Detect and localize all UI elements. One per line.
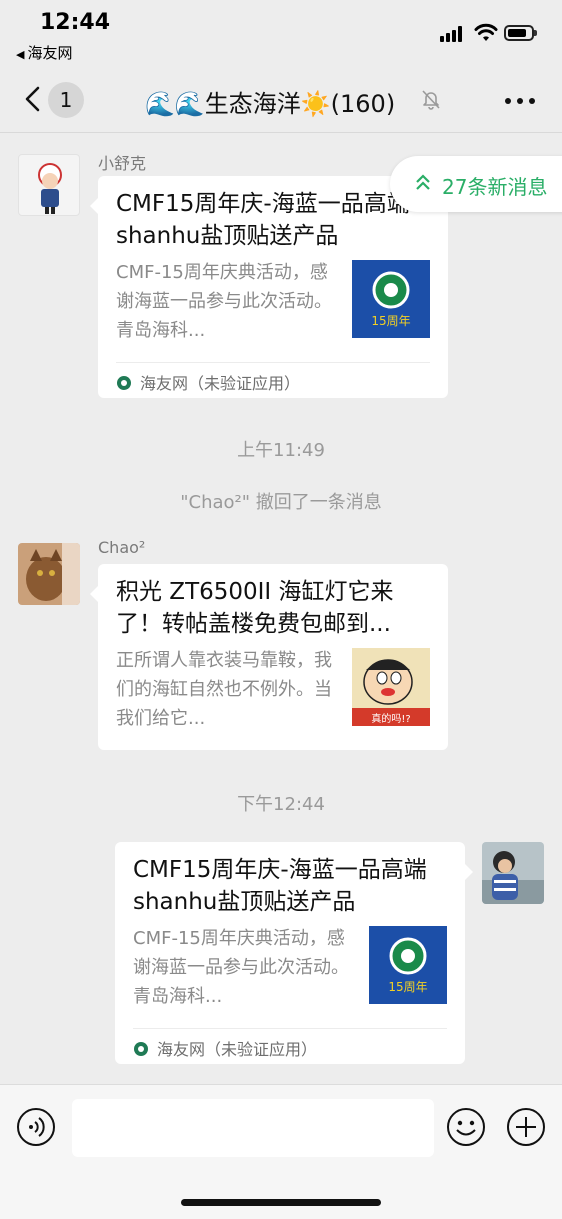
link-card[interactable]: CMF15周年庆-海蓝一品高端shanhu盐顶贴送产品 CMF-15周年庆典活动… xyxy=(90,176,448,398)
back-triangle-icon: ◀ xyxy=(16,48,25,61)
card-title: CMF15周年庆-海蓝一品高端shanhu盐顶贴送产品 xyxy=(133,857,427,915)
wifi-icon xyxy=(474,23,498,41)
thumb-badge: 15周年 xyxy=(371,314,410,328)
new-messages-label: 27条新消息 xyxy=(442,175,548,199)
avatar-child-photo-icon xyxy=(482,842,544,904)
avatar-cartoon-icon xyxy=(38,163,62,214)
link-card[interactable]: 积光 ZT6500II 海缸灯它来了！转帖盖楼免费包邮到... 正所谓人靠衣装马… xyxy=(90,564,448,750)
back-app-label: 海友网 xyxy=(27,44,73,62)
plus-icon[interactable] xyxy=(506,1107,546,1147)
new-messages-button[interactable]: 27条新消息 xyxy=(390,156,562,212)
card-source-label: 海友网（未验证应用） xyxy=(140,374,301,393)
card-title: 积光 ZT6500II 海缸灯它来了！转帖盖楼免费包邮到... xyxy=(116,579,394,637)
haiyou-logo-icon xyxy=(116,375,132,391)
more-options-icon[interactable] xyxy=(505,98,535,104)
haiyou-logo-icon xyxy=(133,1041,149,1057)
avatar-chao[interactable] xyxy=(18,543,80,605)
message-input[interactable] xyxy=(72,1099,434,1157)
voice-input-icon[interactable] xyxy=(16,1107,56,1147)
back-chevron-icon[interactable] xyxy=(20,84,50,114)
double-chevron-up-icon xyxy=(416,174,430,190)
home-indicator xyxy=(181,1199,381,1206)
battery-icon xyxy=(504,25,537,41)
emoji-icon[interactable] xyxy=(446,1107,486,1147)
card-thumbnail: 15周年 xyxy=(369,926,447,1004)
signal-icon xyxy=(440,26,466,42)
back-to-app-link[interactable]: ◀ 海友网 xyxy=(16,42,72,63)
unread-count-badge[interactable]: 1 xyxy=(48,82,84,118)
card-source-label: 海友网（未验证应用） xyxy=(157,1040,318,1059)
thumb-caption: 真的吗!? xyxy=(371,712,410,725)
input-bar xyxy=(0,1084,562,1219)
avatar-cat-icon xyxy=(18,543,80,605)
sender-name: Chao² xyxy=(98,538,146,557)
recall-notice: "Chao²" 撤回了一条消息 xyxy=(180,492,382,513)
status-time: 12:44 xyxy=(40,10,111,35)
card-description: 正所谓人靠衣装马靠鞍，我们的海缸自然也不例外。当我们给它... xyxy=(116,650,332,729)
avatar-self[interactable] xyxy=(482,842,544,904)
timestamp: 上午11:49 xyxy=(237,440,325,461)
avatar-xiaoshuke[interactable] xyxy=(18,154,80,216)
card-source: 海友网（未验证应用） xyxy=(116,370,300,394)
card-description: CMF-15周年庆典活动，感谢海蓝一品参与此次活动。青岛海科... xyxy=(133,928,349,1007)
link-card[interactable]: CMF15周年庆-海蓝一品高端shanhu盐顶贴送产品 CMF-15周年庆典活动… xyxy=(115,842,473,1064)
card-thumbnail: 真的吗!? xyxy=(352,648,430,726)
chat-header: 1 🌊🌊生态海洋☀️(160) xyxy=(0,70,562,133)
card-thumbnail: 15周年 xyxy=(352,260,430,338)
card-description: CMF-15周年庆典活动，感谢海蓝一品参与此次活动。青岛海科... xyxy=(116,262,332,341)
chat-title: 🌊🌊生态海洋☀️(160) xyxy=(145,90,396,118)
status-bar: 12:44 ◀ 海友网 xyxy=(0,0,562,70)
mute-bell-icon xyxy=(422,90,440,110)
card-title: CMF15周年庆-海蓝一品高端shanhu盐顶贴送产品 xyxy=(116,191,410,249)
card-source: 海友网（未验证应用） xyxy=(133,1036,317,1060)
sender-name: 小舒克 xyxy=(98,154,147,173)
thumb-badge: 15周年 xyxy=(388,980,427,994)
timestamp: 下午12:44 xyxy=(237,794,325,815)
